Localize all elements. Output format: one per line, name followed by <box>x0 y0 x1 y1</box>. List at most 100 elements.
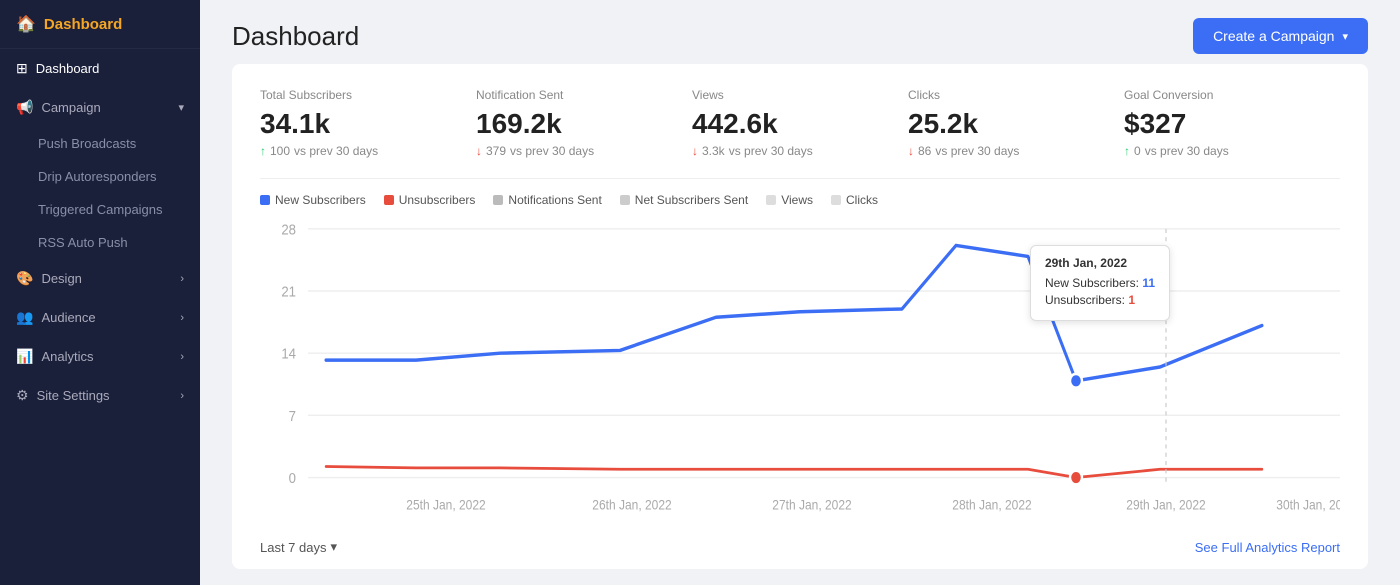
drip-autoresponders-label: Drip Autoresponders <box>38 169 157 184</box>
sidebar-item-design[interactable]: 🎨 Design › <box>0 259 200 298</box>
svg-text:25th Jan, 2022: 25th Jan, 2022 <box>406 497 485 513</box>
legend-views: Views <box>766 193 813 207</box>
change-val: 86 <box>918 144 931 158</box>
create-campaign-button[interactable]: Create a Campaign ▾ <box>1193 18 1368 54</box>
sidebar-item-label: Design <box>41 271 81 286</box>
settings-icon: ⚙ <box>16 387 29 404</box>
stat-change: ↓ 86 vs prev 30 days <box>908 144 1104 158</box>
sidebar-item-triggered-campaigns[interactable]: Triggered Campaigns <box>0 193 200 226</box>
page-title: Dashboard <box>232 21 359 52</box>
up-arrow-icon: ↑ <box>260 144 266 158</box>
create-campaign-label: Create a Campaign <box>1213 28 1334 44</box>
chevron-right-icon: › <box>180 351 184 363</box>
tooltip-us-val: 1 <box>1128 293 1135 307</box>
sidebar-item-dashboard[interactable]: ⊞ Dashboard <box>0 49 200 88</box>
stat-label: Views <box>692 88 888 102</box>
change-val: 3.3k <box>702 144 725 158</box>
legend-label: New Subscribers <box>275 193 366 207</box>
dashboard-content: Total Subscribers 34.1k ↑ 100 vs prev 30… <box>200 64 1400 585</box>
sidebar: 🏠 Dashboard ⊞ Dashboard 📢 Campaign ▾ Pus… <box>0 0 200 585</box>
legend-label: Unsubscribers <box>399 193 476 207</box>
dashboard-icon: 🏠 <box>16 14 36 34</box>
legend-label: Views <box>781 193 813 207</box>
dashboard-nav-icon: ⊞ <box>16 60 28 77</box>
legend-dot <box>384 195 394 205</box>
stat-views: Views 442.6k ↓ 3.3k vs prev 30 days <box>692 88 908 158</box>
tooltip-us-label: Unsubscribers: <box>1045 293 1125 307</box>
sidebar-item-label: Campaign <box>41 100 100 115</box>
chart-legend: New Subscribers Unsubscribers Notificati… <box>260 179 1340 215</box>
svg-text:30th Jan, 2022: 30th Jan, 2022 <box>1276 497 1340 513</box>
legend-new-subscribers: New Subscribers <box>260 193 366 207</box>
stat-label: Total Subscribers <box>260 88 456 102</box>
change-text: vs prev 30 days <box>510 144 594 158</box>
card-footer: Last 7 days ▾ See Full Analytics Report <box>260 529 1340 569</box>
tooltip-ns-label: New Subscribers: <box>1045 276 1139 290</box>
sidebar-item-label: Audience <box>41 310 95 325</box>
push-broadcasts-label: Push Broadcasts <box>38 136 136 151</box>
svg-text:14: 14 <box>281 346 296 363</box>
sidebar-item-audience[interactable]: 👥 Audience › <box>0 298 200 337</box>
audience-icon: 👥 <box>16 309 33 326</box>
chart-svg: 28 21 14 7 0 25th Jan, 2022 <box>260 215 1340 519</box>
legend-label: Net Subscribers Sent <box>635 193 748 207</box>
legend-label: Notifications Sent <box>508 193 601 207</box>
legend-dot <box>620 195 630 205</box>
chevron-right-icon: › <box>180 312 184 324</box>
change-val: 100 <box>270 144 290 158</box>
chevron-down-icon: ▾ <box>331 539 338 555</box>
svg-text:28th Jan, 2022: 28th Jan, 2022 <box>952 497 1031 513</box>
triggered-campaigns-label: Triggered Campaigns <box>38 202 163 217</box>
legend-dot <box>260 195 270 205</box>
chart-tooltip: 29th Jan, 2022 New Subscribers: 11 Unsub… <box>1030 245 1170 321</box>
change-val: 0 <box>1134 144 1141 158</box>
stat-label: Clicks <box>908 88 1104 102</box>
chart-area: 29th Jan, 2022 New Subscribers: 11 Unsub… <box>260 215 1340 529</box>
main-content: Dashboard Create a Campaign ▾ Total Subs… <box>200 0 1400 585</box>
stat-change: ↑ 100 vs prev 30 days <box>260 144 456 158</box>
sidebar-item-drip-autoresponders[interactable]: Drip Autoresponders <box>0 160 200 193</box>
svg-text:7: 7 <box>289 408 296 425</box>
stats-row: Total Subscribers 34.1k ↑ 100 vs prev 30… <box>260 88 1340 179</box>
tooltip-new-subscribers: New Subscribers: 11 <box>1045 276 1155 290</box>
svg-text:29th Jan, 2022: 29th Jan, 2022 <box>1126 497 1205 513</box>
sidebar-sub-campaign: Push Broadcasts Drip Autoresponders Trig… <box>0 127 200 259</box>
chevron-right-icon: › <box>180 390 184 402</box>
change-text: vs prev 30 days <box>1145 144 1229 158</box>
stat-change: ↑ 0 vs prev 30 days <box>1124 144 1320 158</box>
tooltip-unsubscribers: Unsubscribers: 1 <box>1045 293 1155 307</box>
stat-value: 34.1k <box>260 108 456 140</box>
legend-notifications-sent: Notifications Sent <box>493 193 601 207</box>
down-arrow-icon: ↓ <box>908 144 914 158</box>
chevron-right-icon: › <box>180 273 184 285</box>
stat-goal-conversion: Goal Conversion $327 ↑ 0 vs prev 30 days <box>1124 88 1340 158</box>
sidebar-item-rss-auto-push[interactable]: RSS Auto Push <box>0 226 200 259</box>
chevron-down-icon: ▾ <box>1342 30 1348 43</box>
page-header: Dashboard Create a Campaign ▾ <box>200 0 1400 64</box>
svg-text:28: 28 <box>281 222 296 239</box>
stat-label: Goal Conversion <box>1124 88 1320 102</box>
change-val: 379 <box>486 144 506 158</box>
sidebar-item-site-settings[interactable]: ⚙ Site Settings › <box>0 376 200 415</box>
tooltip-date: 29th Jan, 2022 <box>1045 256 1155 270</box>
stat-label: Notification Sent <box>476 88 672 102</box>
stat-notification-sent: Notification Sent 169.2k ↓ 379 vs prev 3… <box>476 88 692 158</box>
stat-value: 169.2k <box>476 108 672 140</box>
legend-dot <box>493 195 503 205</box>
sidebar-item-analytics[interactable]: 📊 Analytics › <box>0 337 200 376</box>
rss-auto-push-label: RSS Auto Push <box>38 235 128 250</box>
period-label: Last 7 days <box>260 540 327 555</box>
stat-clicks: Clicks 25.2k ↓ 86 vs prev 30 days <box>908 88 1124 158</box>
period-selector[interactable]: Last 7 days ▾ <box>260 539 337 555</box>
down-arrow-icon: ↓ <box>692 144 698 158</box>
sidebar-item-label: Site Settings <box>37 388 110 403</box>
sidebar-item-campaign[interactable]: 📢 Campaign ▾ <box>0 88 200 127</box>
design-icon: 🎨 <box>16 270 33 287</box>
svg-text:21: 21 <box>281 284 296 301</box>
sidebar-item-push-broadcasts[interactable]: Push Broadcasts <box>0 127 200 160</box>
legend-net-subscribers-sent: Net Subscribers Sent <box>620 193 748 207</box>
svg-text:26th Jan, 2022: 26th Jan, 2022 <box>592 497 671 513</box>
down-arrow-icon: ↓ <box>476 144 482 158</box>
see-full-analytics-report-link[interactable]: See Full Analytics Report <box>1195 540 1340 555</box>
tooltip-ns-val: 11 <box>1142 276 1155 290</box>
